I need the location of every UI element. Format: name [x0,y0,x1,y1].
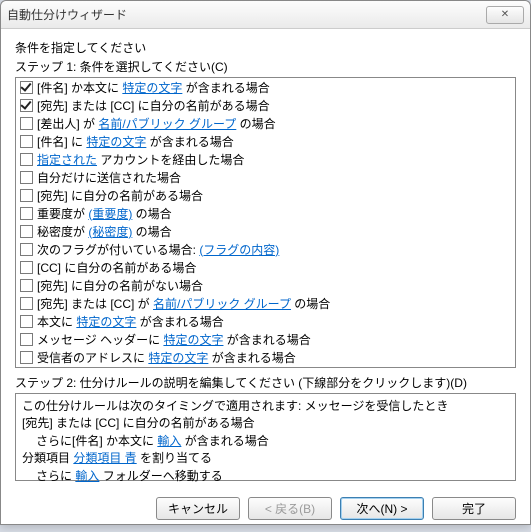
rule-link[interactable]: 名前/パブリック グループ [98,117,236,131]
condition-item[interactable]: [件名] に 特定の文字 が含まれる場合 [16,132,515,150]
conditions-listbox[interactable]: [件名] か本文に 特定の文字 が含まれる場合[宛先] または [CC] に自分… [15,77,516,368]
condition-text: [宛先] または [CC] が 名前/パブリック グループ の場合 [37,295,330,312]
condition-checkbox[interactable] [20,333,33,346]
rule-link[interactable]: (秘密度) [88,225,132,239]
condition-item[interactable]: [宛先] または [CC] に自分の名前がある場合 [16,96,515,114]
condition-text: [宛先] に自分の名前がない場合 [37,277,203,294]
rule-link[interactable]: 特定の文字 [163,333,223,347]
rule-link[interactable]: 指定された [37,153,97,167]
rule-link[interactable]: 特定の文字 [76,315,136,329]
condition-text: 重要度が (重要度) の場合 [37,205,172,222]
condition-item[interactable]: [差出人] が 名前/パブリック グループ の場合 [16,114,515,132]
condition-checkbox[interactable] [20,297,33,310]
condition-text: 差出人のアドレスに 特定の文字 が含まれる場合 [37,367,296,369]
condition-checkbox[interactable] [20,189,33,202]
condition-checkbox[interactable] [20,243,33,256]
rule-link[interactable]: 分類項目 青 [73,451,136,465]
condition-text: [宛先] または [CC] に自分の名前がある場合 [37,97,270,114]
window-title: 自動仕分けウィザード [7,6,486,23]
condition-checkbox[interactable] [20,225,33,238]
back-button: < 戻る(B) [248,497,332,520]
condition-item[interactable]: メッセージ ヘッダーに 特定の文字 が含まれる場合 [16,330,515,348]
condition-checkbox[interactable] [20,261,33,274]
rule-link[interactable]: 特定の文字 [86,135,146,149]
cancel-button[interactable]: キャンセル [156,497,240,520]
condition-checkbox[interactable] [20,207,33,220]
description-line: さらに[件名] か本文に 輸入 が含まれる場合 [22,433,509,450]
next-button[interactable]: 次へ(N) > [340,497,424,520]
condition-item[interactable]: 本文に 特定の文字 が含まれる場合 [16,312,515,330]
rule-link[interactable]: 輸入 [157,434,181,448]
rule-link[interactable]: 輸入 [75,469,99,483]
condition-item[interactable]: 次のフラグが付いている場合: (フラグの内容) [16,240,515,258]
condition-item[interactable]: 自分だけに送信された場合 [16,168,515,186]
content: 条件を指定してください ステップ 1: 条件を選択してください(C) [件名] … [1,29,530,487]
condition-text: [差出人] が 名前/パブリック グループ の場合 [37,115,276,132]
close-icon: ✕ [501,9,509,20]
condition-checkbox[interactable] [20,117,33,130]
step1-label: ステップ 1: 条件を選択してください(C) [15,58,516,75]
rule-link[interactable]: 名前/パブリック グループ [153,297,291,311]
condition-checkbox[interactable] [20,81,33,94]
condition-item[interactable]: 重要度が (重要度) の場合 [16,204,515,222]
rule-link[interactable]: 特定の文字 [148,351,208,365]
condition-checkbox[interactable] [20,315,33,328]
condition-text: [宛先] に自分の名前がある場合 [37,187,203,204]
condition-text: 指定された アカウントを経由した場合 [37,151,244,168]
condition-checkbox[interactable] [20,171,33,184]
button-bar: キャンセル < 戻る(B) 次へ(N) > 完了 [1,487,530,532]
condition-checkbox[interactable] [20,153,33,166]
condition-item[interactable]: 受信者のアドレスに 特定の文字 が含まれる場合 [16,348,515,366]
condition-text: [件名] に 特定の文字 が含まれる場合 [37,133,234,150]
condition-item[interactable]: [宛先] に自分の名前がない場合 [16,276,515,294]
condition-text: メッセージ ヘッダーに 特定の文字 が含まれる場合 [37,331,311,348]
rule-link[interactable]: (重要度) [88,207,132,221]
description-line: さらに 輸入 フォルダーへ移動する [22,468,509,485]
description-box[interactable]: この仕分けルールは次のタイミングで適用されます: メッセージを受信したとき[宛先… [15,393,516,481]
condition-text: 次のフラグが付いている場合: (フラグの内容) [37,241,279,258]
description-line: 分類項目 分類項目 青 を割り当てる [22,450,509,467]
titlebar: 自動仕分けウィザード ✕ [1,1,530,29]
condition-text: 受信者のアドレスに 特定の文字 が含まれる場合 [37,349,296,366]
step1-intro: 条件を指定してください [15,39,516,56]
close-button[interactable]: ✕ [486,6,524,24]
wizard-window: 自動仕分けウィザード ✕ 条件を指定してください ステップ 1: 条件を選択して… [0,0,531,525]
condition-checkbox[interactable] [20,351,33,364]
condition-checkbox[interactable] [20,135,33,148]
condition-item[interactable]: [宛先] または [CC] が 名前/パブリック グループ の場合 [16,294,515,312]
condition-text: 自分だけに送信された場合 [37,169,181,186]
condition-text: [CC] に自分の名前がある場合 [37,259,196,276]
condition-text: 本文に 特定の文字 が含まれる場合 [37,313,224,330]
condition-item[interactable]: [宛先] に自分の名前がある場合 [16,186,515,204]
rule-link[interactable]: 特定の文字 [122,81,182,95]
finish-button[interactable]: 完了 [432,497,516,520]
condition-text: [件名] か本文に 特定の文字 が含まれる場合 [37,79,270,96]
condition-item[interactable]: [CC] に自分の名前がある場合 [16,258,515,276]
condition-item[interactable]: [件名] か本文に 特定の文字 が含まれる場合 [16,78,515,96]
description-line: [宛先] または [CC] に自分の名前がある場合 [22,415,509,432]
condition-checkbox[interactable] [20,279,33,292]
rule-link[interactable]: (フラグの内容) [199,243,279,257]
description-line: この仕分けルールは次のタイミングで適用されます: メッセージを受信したとき [22,398,509,415]
condition-item[interactable]: 秘密度が (秘密度) の場合 [16,222,515,240]
condition-item[interactable]: 指定された アカウントを経由した場合 [16,150,515,168]
condition-item[interactable]: 差出人のアドレスに 特定の文字 が含まれる場合 [16,366,515,368]
condition-checkbox[interactable] [20,99,33,112]
step2-label: ステップ 2: 仕分けルールの説明を編集してください (下線部分をクリックします… [15,374,516,391]
condition-text: 秘密度が (秘密度) の場合 [37,223,172,240]
